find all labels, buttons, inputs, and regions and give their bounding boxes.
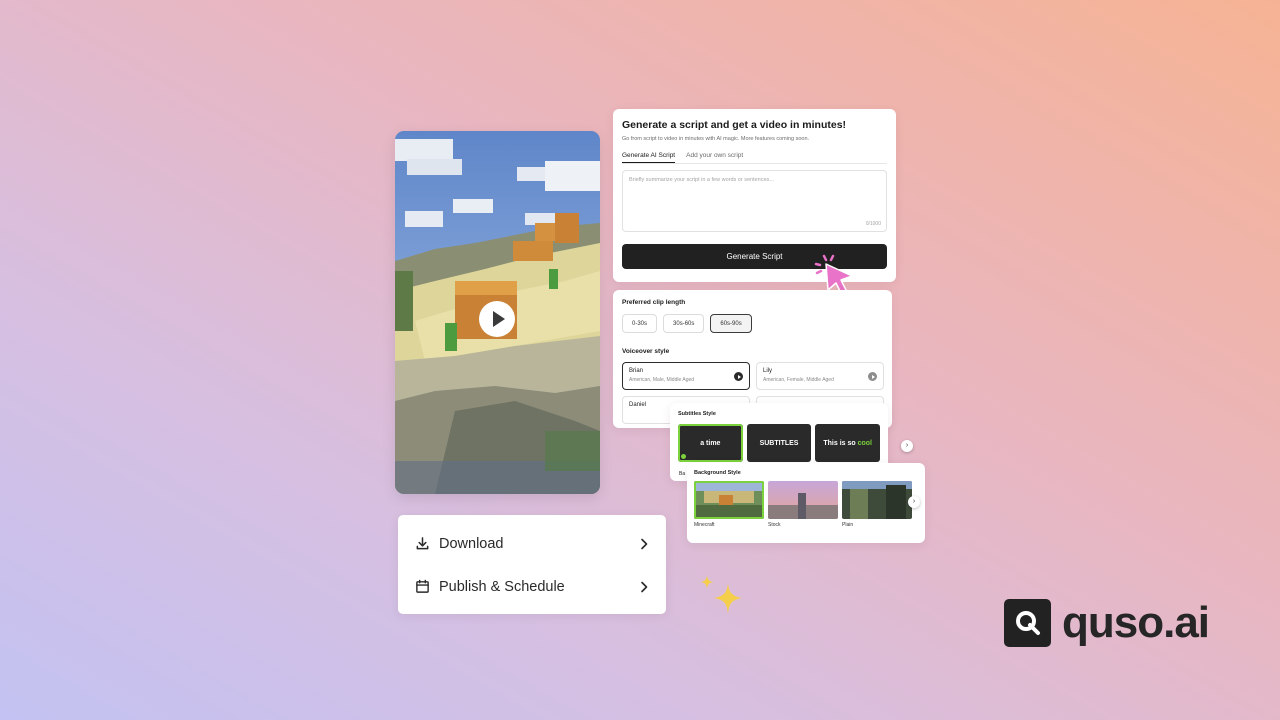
download-icon xyxy=(414,536,430,552)
subtitle-style-tile[interactable]: a time xyxy=(678,424,743,462)
subtitles-label: Subtitles Style xyxy=(678,411,716,417)
voice-option-lily[interactable]: Lily American, Female, Middle Aged xyxy=(756,362,884,390)
video-preview[interactable] xyxy=(395,131,600,494)
download-label: Download xyxy=(439,535,504,552)
background-name: Minecraft xyxy=(694,522,715,528)
script-input[interactable]: Briefly summarize your script in a few w… xyxy=(622,170,887,232)
subtitle-tile-text: This is so xyxy=(823,439,858,447)
clip-length-option[interactable]: 30s-60s xyxy=(663,314,705,333)
background-next-arrow-icon[interactable]: › xyxy=(908,496,920,508)
background-label-peek: Ba xyxy=(679,471,686,477)
background-card: Background Style Minecraft Stock Plain › xyxy=(687,463,925,543)
voice-desc: American, Male, Middle Aged xyxy=(629,377,695,383)
chevron-right-icon xyxy=(641,538,648,549)
script-input-placeholder: Briefly summarize your script in a few w… xyxy=(629,177,774,183)
subtitle-tile-highlight: cool xyxy=(857,439,872,447)
voice-play-icon[interactable] xyxy=(868,372,877,381)
subtitle-tile-text: a time xyxy=(700,439,721,447)
background-thumb xyxy=(768,481,838,519)
subtitles-next-arrow-icon[interactable]: › xyxy=(901,440,913,452)
voiceover-label: Voiceover style xyxy=(622,348,670,355)
background-name: Stock xyxy=(768,522,781,528)
play-icon xyxy=(493,311,505,327)
clip-length-option-selected[interactable]: 60s-90s xyxy=(710,314,752,333)
background-option-plain[interactable]: Plain xyxy=(842,481,912,528)
subtitle-style-tile[interactable]: This is so cool xyxy=(815,424,881,462)
subtitle-style-tile[interactable]: SUBTITLES xyxy=(746,424,812,462)
chevron-right-icon xyxy=(641,581,648,592)
check-icon xyxy=(681,454,686,459)
voice-desc: American, Female, Middle Aged xyxy=(763,377,834,383)
background-name: Plain xyxy=(842,522,854,528)
background-thumb xyxy=(842,481,912,519)
tab-generate-ai-script[interactable]: Generate AI Script xyxy=(622,152,676,163)
export-actions-card: Download Publish & Schedule xyxy=(398,515,666,614)
clip-length-options: 0-30s 30s-60s 60s-90s xyxy=(622,314,883,333)
play-button[interactable] xyxy=(479,301,515,337)
sparkle-icon xyxy=(700,575,742,614)
script-tabs: Generate AI Script Add your own script xyxy=(622,152,887,164)
voice-option-brian[interactable]: Brian American, Male, Middle Aged xyxy=(622,362,750,390)
brand-logo: quso.ai xyxy=(1004,598,1210,647)
background-option-minecraft[interactable]: Minecraft xyxy=(694,481,764,528)
quso-logo-icon xyxy=(1004,599,1051,647)
tab-add-own-script[interactable]: Add your own script xyxy=(686,152,743,163)
subtitle-tiles: a time SUBTITLES This is so cool xyxy=(678,424,881,462)
publish-schedule-row[interactable]: Publish & Schedule xyxy=(414,565,650,608)
voice-name: Lily xyxy=(763,368,773,374)
char-count: 0/1000 xyxy=(865,221,881,227)
clip-length-option[interactable]: 0-30s xyxy=(622,314,658,333)
publish-schedule-label: Publish & Schedule xyxy=(439,578,565,595)
script-subtitle: Go from script to video in minutes with … xyxy=(622,136,810,142)
brand-name: quso.ai xyxy=(1062,598,1210,647)
download-row[interactable]: Download xyxy=(414,522,650,565)
subtitle-tile-text: SUBTITLES xyxy=(759,439,799,447)
background-label: Background Style xyxy=(694,470,741,476)
background-thumb xyxy=(694,481,764,519)
background-options: Minecraft Stock Plain xyxy=(694,481,918,528)
script-title: Generate a script and get a video in min… xyxy=(622,119,847,131)
background-option-stock[interactable]: Stock xyxy=(768,481,838,528)
clip-length-label: Preferred clip length xyxy=(622,299,686,306)
voice-name: Brian xyxy=(629,368,644,374)
voice-play-icon[interactable] xyxy=(734,372,743,381)
calendar-icon xyxy=(414,579,430,595)
